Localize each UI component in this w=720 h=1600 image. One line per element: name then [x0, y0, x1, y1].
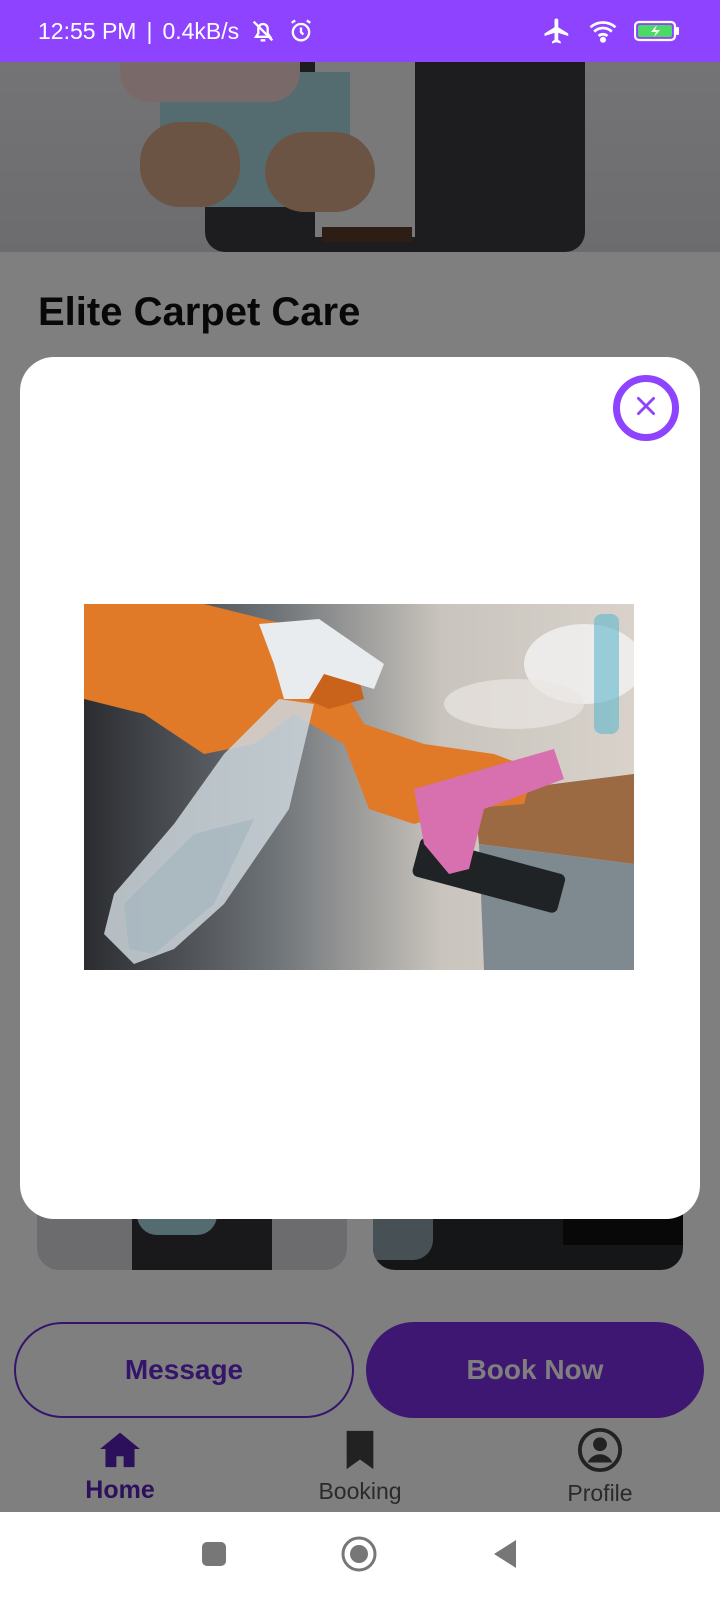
status-speed: 0.4kB/s	[162, 17, 240, 44]
close-icon	[633, 393, 659, 424]
bell-off-icon	[249, 17, 277, 45]
status-right	[542, 16, 680, 46]
back-icon[interactable]	[490, 1538, 520, 1575]
status-left: 12:55 PM | 0.4kB/s	[38, 17, 315, 45]
cleaning-photo	[84, 604, 634, 970]
status-separator: |	[146, 17, 153, 44]
home-circle-icon[interactable]	[340, 1535, 378, 1578]
close-button[interactable]	[613, 375, 679, 441]
airplane-icon	[542, 16, 572, 46]
recents-icon[interactable]	[200, 1540, 228, 1573]
alarm-icon	[287, 17, 315, 45]
wifi-icon	[588, 16, 618, 46]
status-time: 12:55 PM	[38, 17, 137, 44]
image-preview-modal	[20, 357, 700, 1219]
screen: 12:55 PM | 0.4kB/s	[0, 0, 720, 1600]
status-bar: 12:55 PM | 0.4kB/s	[0, 0, 720, 62]
system-nav-bar	[0, 1512, 720, 1600]
battery-charging-icon	[634, 19, 680, 43]
